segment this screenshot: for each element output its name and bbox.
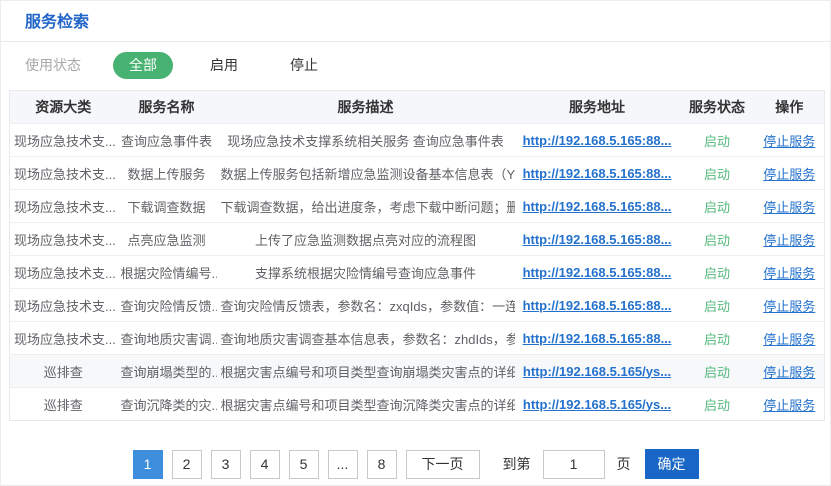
table-row: 现场应急技术支... 查询灾险情反馈... 查询灾险情反馈表，参数名：zxqId… bbox=[10, 289, 825, 322]
col-header-operation: 操作 bbox=[755, 91, 825, 124]
cell-category: 巡排查 bbox=[10, 355, 117, 388]
status-badge: 启动 bbox=[680, 388, 755, 421]
page-button-8[interactable]: 8 bbox=[367, 450, 397, 479]
cell-description: 查询地质灾害调查基本信息表，参数名：zhdIds，参... bbox=[217, 322, 515, 355]
status-badge: 启动 bbox=[680, 190, 755, 223]
stop-service-link[interactable]: 停止服务 bbox=[763, 233, 815, 248]
col-header-name: 服务名称 bbox=[117, 91, 217, 124]
cell-name: 根据灾险情编号... bbox=[117, 256, 217, 289]
cell-name: 查询沉降类的灾... bbox=[117, 388, 217, 421]
goto-page-input[interactable] bbox=[543, 450, 605, 479]
cell-category: 现场应急技术支... bbox=[10, 322, 117, 355]
cell-description: 根据灾害点编号和项目类型查询崩塌类灾害点的详细... bbox=[217, 355, 515, 388]
table-row: 巡排查 查询崩塌类型的... 根据灾害点编号和项目类型查询崩塌类灾害点的详细..… bbox=[10, 355, 825, 388]
col-header-status: 服务状态 bbox=[680, 91, 755, 124]
table-header-row: 资源大类 服务名称 服务描述 服务地址 服务状态 操作 bbox=[10, 91, 825, 124]
cell-category: 现场应急技术支... bbox=[10, 157, 117, 190]
cell-description: 上传了应急监测数据点亮对应的流程图 bbox=[217, 223, 515, 256]
table-row: 巡排查 查询沉降类的灾... 根据灾害点编号和项目类型查询沉降类灾害点的详细..… bbox=[10, 388, 825, 421]
filter-label: 使用状态 bbox=[25, 55, 81, 75]
service-table: 资源大类 服务名称 服务描述 服务地址 服务状态 操作 现场应急技术支... 查… bbox=[9, 90, 825, 421]
cell-name: 查询灾险情反馈... bbox=[117, 289, 217, 322]
status-badge: 启动 bbox=[680, 256, 755, 289]
service-url-link[interactable]: http://192.168.5.165:88... bbox=[523, 166, 672, 181]
service-url-link[interactable]: http://192.168.5.165:88... bbox=[523, 331, 672, 346]
status-filter-bar: 使用状态 全部 启用 停止 bbox=[1, 42, 830, 88]
cell-category: 现场应急技术支... bbox=[10, 256, 117, 289]
confirm-button[interactable]: 确定 bbox=[645, 449, 699, 479]
cell-name: 数据上传服务 bbox=[117, 157, 217, 190]
cell-name: 下载调查数据 bbox=[117, 190, 217, 223]
filter-option-enabled[interactable]: 启用 bbox=[195, 52, 253, 79]
service-url-link[interactable]: http://192.168.5.165/ys... bbox=[523, 364, 671, 379]
goto-prefix-label: 到第 bbox=[503, 454, 531, 474]
table-row: 现场应急技术支... 根据灾险情编号... 支撑系统根据灾险情编号查询应急事件 … bbox=[10, 256, 825, 289]
col-header-url: 服务地址 bbox=[515, 91, 680, 124]
cell-name: 查询崩塌类型的... bbox=[117, 355, 217, 388]
service-url-link[interactable]: http://192.168.5.165:88... bbox=[523, 298, 672, 313]
stop-service-link[interactable]: 停止服务 bbox=[763, 332, 815, 347]
stop-service-link[interactable]: 停止服务 bbox=[763, 167, 815, 182]
status-badge: 启动 bbox=[680, 223, 755, 256]
table-row: 现场应急技术支... 查询应急事件表 现场应急技术支撑系统相关服务 查询应急事件… bbox=[10, 124, 825, 157]
cell-category: 巡排查 bbox=[10, 388, 117, 421]
status-badge: 启动 bbox=[680, 355, 755, 388]
page-ellipsis-button[interactable]: ... bbox=[328, 450, 358, 479]
status-badge: 启动 bbox=[680, 322, 755, 355]
page-title: 服务检索 bbox=[25, 12, 830, 34]
goto-page-group: 到第 页 确定 bbox=[503, 449, 699, 479]
cell-description: 支撑系统根据灾险情编号查询应急事件 bbox=[217, 256, 515, 289]
page-button-5[interactable]: 5 bbox=[289, 450, 319, 479]
service-search-panel: 服务检索 使用状态 全部 启用 停止 资源大类 服务名称 服务描述 服务地址 服… bbox=[0, 0, 831, 486]
service-url-link[interactable]: http://192.168.5.165:88... bbox=[523, 265, 672, 280]
table-row: 现场应急技术支... 查询地质灾害调... 查询地质灾害调查基本信息表，参数名：… bbox=[10, 322, 825, 355]
stop-service-link[interactable]: 停止服务 bbox=[763, 299, 815, 314]
cell-description: 查询灾险情反馈表，参数名：zxqIds，参数值：一连... bbox=[217, 289, 515, 322]
page-button-2[interactable]: 2 bbox=[172, 450, 202, 479]
stop-service-link[interactable]: 停止服务 bbox=[763, 200, 815, 215]
service-url-link[interactable]: http://192.168.5.165/ys... bbox=[523, 397, 671, 412]
stop-service-link[interactable]: 停止服务 bbox=[763, 365, 815, 380]
cell-category: 现场应急技术支... bbox=[10, 289, 117, 322]
pagination: 1 2 3 4 5 ... 8 下一页 到第 页 确定 bbox=[1, 449, 830, 479]
page-button-3[interactable]: 3 bbox=[211, 450, 241, 479]
service-url-link[interactable]: http://192.168.5.165:88... bbox=[523, 232, 672, 247]
cell-category: 现场应急技术支... bbox=[10, 223, 117, 256]
cell-name: 查询应急事件表 bbox=[117, 124, 217, 157]
cell-category: 现场应急技术支... bbox=[10, 124, 117, 157]
table-row: 现场应急技术支... 数据上传服务 数据上传服务包括新增应急监测设备基本信息表（… bbox=[10, 157, 825, 190]
page-button-1[interactable]: 1 bbox=[133, 450, 163, 479]
cell-description: 现场应急技术支撑系统相关服务 查询应急事件表 bbox=[217, 124, 515, 157]
cell-category: 现场应急技术支... bbox=[10, 190, 117, 223]
table-row: 现场应急技术支... 点亮应急监测 上传了应急监测数据点亮对应的流程图 http… bbox=[10, 223, 825, 256]
stop-service-link[interactable]: 停止服务 bbox=[763, 398, 815, 413]
cell-description: 下载调查数据，给出进度条，考虑下载中断问题；删... bbox=[217, 190, 515, 223]
panel-header: 服务检索 bbox=[1, 1, 830, 42]
cell-description: 根据灾害点编号和项目类型查询沉降类灾害点的详细... bbox=[217, 388, 515, 421]
filter-option-all[interactable]: 全部 bbox=[113, 52, 173, 79]
filter-option-stopped[interactable]: 停止 bbox=[275, 52, 333, 79]
page-button-4[interactable]: 4 bbox=[250, 450, 280, 479]
goto-suffix-label: 页 bbox=[617, 454, 631, 474]
table-row: 现场应急技术支... 下载调查数据 下载调查数据，给出进度条，考虑下载中断问题；… bbox=[10, 190, 825, 223]
stop-service-link[interactable]: 停止服务 bbox=[763, 266, 815, 281]
col-header-category: 资源大类 bbox=[10, 91, 117, 124]
status-badge: 启动 bbox=[680, 157, 755, 190]
cell-name: 查询地质灾害调... bbox=[117, 322, 217, 355]
stop-service-link[interactable]: 停止服务 bbox=[763, 134, 815, 149]
cell-description: 数据上传服务包括新增应急监测设备基本信息表（YJB... bbox=[217, 157, 515, 190]
next-page-button[interactable]: 下一页 bbox=[406, 450, 480, 479]
status-badge: 启动 bbox=[680, 124, 755, 157]
status-badge: 启动 bbox=[680, 289, 755, 322]
col-header-description: 服务描述 bbox=[217, 91, 515, 124]
cell-name: 点亮应急监测 bbox=[117, 223, 217, 256]
service-url-link[interactable]: http://192.168.5.165:88... bbox=[523, 199, 672, 214]
service-url-link[interactable]: http://192.168.5.165:88... bbox=[523, 133, 672, 148]
